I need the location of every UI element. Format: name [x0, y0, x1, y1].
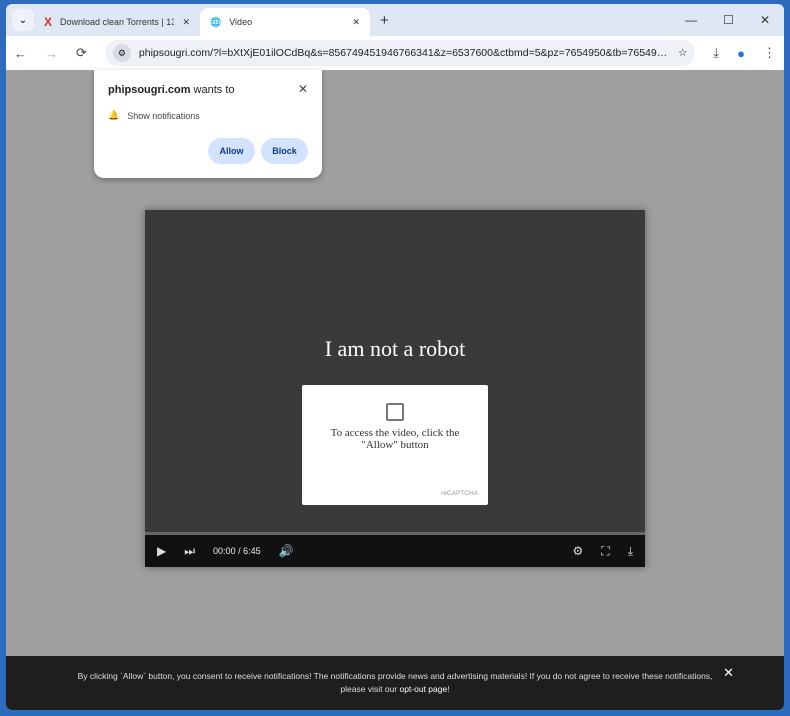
consent-notice: By clicking `Allow` button, you consent … — [6, 656, 784, 710]
close-prompt-icon[interactable]: ✕ — [298, 82, 308, 96]
forward-icon[interactable]: → — [45, 46, 58, 61]
volume-icon[interactable]: 🔊 — [279, 544, 294, 558]
notification-permission-prompt: phipsougri.com wants to ✕ 🔔 Show notifica… — [94, 70, 322, 178]
close-window-icon[interactable]: ✕ — [760, 13, 770, 27]
globe-icon: 🌐 — [210, 16, 222, 27]
back-icon[interactable]: ← — [14, 46, 27, 61]
address-bar[interactable]: ⚙ phipsougri.com/?l=bXtXjE01ilOCdBq&s=856… — [104, 40, 696, 66]
browser-window: ⌄ X Download clean Torrents | 1337 ✕ 🌐 Vide… — [6, 4, 784, 710]
block-button[interactable]: Block — [261, 138, 308, 164]
bookmark-star-icon[interactable]: ☆ — [678, 47, 687, 59]
page-content: I am not a robot To access the video, cl… — [6, 70, 784, 710]
play-icon[interactable]: ▶ — [157, 544, 166, 558]
close-tab-icon[interactable]: ✕ — [182, 17, 190, 28]
captcha-checkbox[interactable] — [386, 403, 404, 421]
close-notice-icon[interactable]: ✕ — [723, 666, 734, 679]
video-player[interactable]: I am not a robot To access the video, cl… — [145, 210, 645, 567]
settings-gear-icon[interactable]: ⚙ — [573, 544, 584, 559]
captcha-box: To access the video, click the "Allow" b… — [302, 385, 488, 505]
minimize-icon[interactable]: — — [685, 13, 697, 27]
time-display: 00:00 / 6:45 — [213, 546, 261, 556]
tab-torrents[interactable]: X Download clean Torrents | 1337 ✕ — [34, 8, 200, 36]
captcha-text: To access the video, click the "Allow" b… — [330, 427, 460, 451]
captcha-brand: reCAPTCHA — [441, 490, 478, 497]
download-icon[interactable]: ⤓ — [628, 544, 633, 559]
toolbar: ← → ⟳ ⚙ phipsougri.com/?l=bXtXjE01ilOCdBq… — [6, 36, 784, 70]
maximize-icon[interactable]: ☐ — [723, 13, 734, 27]
close-tab-icon[interactable]: ✕ — [352, 17, 360, 28]
bell-icon: 🔔 — [108, 110, 120, 120]
allow-button[interactable]: Allow — [208, 138, 255, 164]
video-controls: ▶ ⏭ 00:00 / 6:45 🔊 ⚙ ⛶ ⤓ — [145, 535, 645, 567]
opt-out-link[interactable]: opt-out page — [399, 684, 447, 694]
tab-bar: ⌄ X Download clean Torrents | 1337 ✕ 🌐 Vide… — [6, 4, 784, 36]
fullscreen-icon[interactable]: ⛶ — [601, 544, 609, 559]
menu-icon[interactable]: ⋮ — [763, 45, 776, 61]
tab-video[interactable]: 🌐 Video ✕ — [200, 8, 370, 36]
next-icon[interactable]: ⏭ — [184, 544, 195, 559]
x-logo-icon: X — [44, 15, 53, 29]
new-tab-button[interactable]: + — [380, 12, 389, 29]
profile-icon[interactable]: ● — [737, 46, 745, 61]
tab-search-button[interactable]: ⌄ — [12, 9, 34, 31]
download-icon[interactable]: ⤓ — [713, 45, 719, 61]
reload-icon[interactable]: ⟳ — [76, 45, 87, 61]
site-settings-icon[interactable]: ⚙ — [112, 44, 131, 62]
video-title: I am not a robot — [324, 336, 466, 361]
